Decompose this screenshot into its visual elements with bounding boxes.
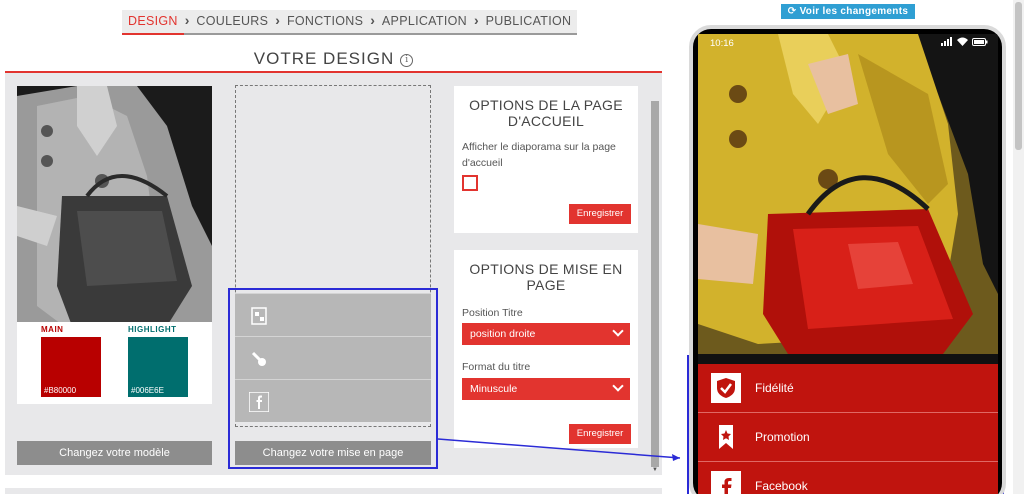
home-options-panel: OPTIONS DE LA PAGE D'ACCUEIL Afficher le… bbox=[454, 86, 638, 233]
ribbon-star-icon bbox=[711, 422, 741, 452]
menu-item-facebook[interactable]: Facebook bbox=[698, 462, 998, 494]
slideshow-option-label: Afficher le diaporama sur la page d'accu… bbox=[462, 141, 616, 169]
save-home-options-button[interactable]: Enregistrer bbox=[569, 204, 631, 224]
refresh-icon: ⟳ bbox=[787, 6, 797, 17]
panel-scrollbar[interactable]: ▼ bbox=[650, 97, 660, 475]
slideshow-checkbox[interactable] bbox=[462, 175, 478, 191]
fashion-photo bbox=[698, 34, 998, 354]
menu-item-fidelite[interactable]: Fidélité bbox=[698, 364, 998, 413]
chevron-down-icon bbox=[612, 380, 624, 392]
battery-icon bbox=[972, 37, 988, 46]
home-menu: Fidélité Promotion Facebook bbox=[698, 364, 998, 494]
phone-screen: 10:16 Fidélité Promotion Facebook bbox=[698, 34, 998, 494]
title-position-value: position droite bbox=[470, 328, 536, 340]
menu-item-label: Fidélité bbox=[755, 381, 794, 395]
breadcrumb-separator: › bbox=[183, 10, 191, 35]
phone-preview: 10:16 Fidélité Promotion Facebook bbox=[689, 25, 1006, 494]
title-format-value: Minuscule bbox=[470, 383, 518, 395]
main-color-label: MAIN bbox=[41, 325, 64, 334]
main-color-hex: #B80000 bbox=[44, 386, 77, 395]
home-slideshow-image[interactable] bbox=[698, 34, 998, 354]
highlight-color-swatch[interactable]: #006E6E bbox=[128, 337, 188, 397]
home-options-title: OPTIONS DE LA PAGE D'ACCUEIL bbox=[469, 97, 623, 129]
breadcrumb-couleurs[interactable]: COULEURS bbox=[190, 10, 275, 35]
shield-check-icon bbox=[711, 373, 741, 403]
breadcrumb-application[interactable]: APPLICATION bbox=[375, 10, 473, 35]
main-color-swatch[interactable]: #B80000 bbox=[41, 337, 101, 397]
breadcrumb-fonctions[interactable]: FONCTIONS bbox=[280, 10, 370, 35]
breadcrumb: DESIGN › COULEURS › FONCTIONS › APPLICAT… bbox=[122, 10, 578, 35]
highlight-color-label: HIGHLIGHT bbox=[128, 325, 177, 334]
title-position-label: Position Titre bbox=[462, 307, 523, 319]
title-position-select[interactable]: position droite bbox=[462, 323, 630, 345]
breadcrumb-separator: › bbox=[274, 10, 281, 35]
section-header: VOTRE DESIGN i bbox=[5, 45, 662, 73]
preview-changes-button[interactable]: ⟳ Voir les changements bbox=[781, 4, 915, 19]
status-time: 10:16 bbox=[710, 38, 734, 49]
section-title: VOTRE DESIGN bbox=[253, 49, 395, 68]
breadcrumb-publication[interactable]: PUBLICATION bbox=[479, 10, 578, 35]
breadcrumb-design[interactable]: DESIGN bbox=[122, 10, 184, 35]
change-template-button[interactable]: Changez votre modèle bbox=[17, 441, 212, 465]
menu-item-promotion[interactable]: Promotion bbox=[698, 413, 998, 462]
title-format-label: Format du titre bbox=[462, 361, 531, 373]
highlight-color-hex: #006E6E bbox=[131, 386, 164, 395]
signal-icon bbox=[941, 37, 952, 46]
color-swatches: MAIN HIGHLIGHT #B80000 #006E6E bbox=[17, 322, 212, 404]
wifi-icon bbox=[957, 37, 968, 46]
layout-options-panel: OPTIONS DE MISE EN PAGE Position Titre p… bbox=[454, 250, 638, 448]
next-section-strip bbox=[5, 488, 662, 494]
breadcrumb-separator: › bbox=[472, 10, 480, 35]
layout-highlight-box bbox=[228, 288, 438, 469]
layout-options-title: OPTIONS DE MISE EN PAGE bbox=[469, 261, 623, 293]
status-bar: 10:16 bbox=[698, 34, 998, 52]
page-scrollbar[interactable] bbox=[1013, 0, 1024, 494]
chevron-down-icon bbox=[612, 325, 624, 337]
preview-changes-label: Voir les changements bbox=[799, 6, 909, 17]
info-icon[interactable]: i bbox=[400, 54, 414, 67]
panel-scroll-thumb[interactable] bbox=[651, 101, 659, 467]
menu-item-label: Facebook bbox=[755, 479, 808, 493]
title-format-select[interactable]: Minuscule bbox=[462, 378, 630, 400]
menu-item-label: Promotion bbox=[755, 430, 810, 444]
facebook-icon bbox=[711, 471, 741, 494]
scroll-down-arrow-icon[interactable]: ▼ bbox=[651, 467, 659, 475]
page-scroll-thumb[interactable] bbox=[1015, 2, 1022, 150]
save-layout-options-button[interactable]: Enregistrer bbox=[569, 424, 631, 444]
breadcrumb-separator: › bbox=[369, 10, 376, 35]
